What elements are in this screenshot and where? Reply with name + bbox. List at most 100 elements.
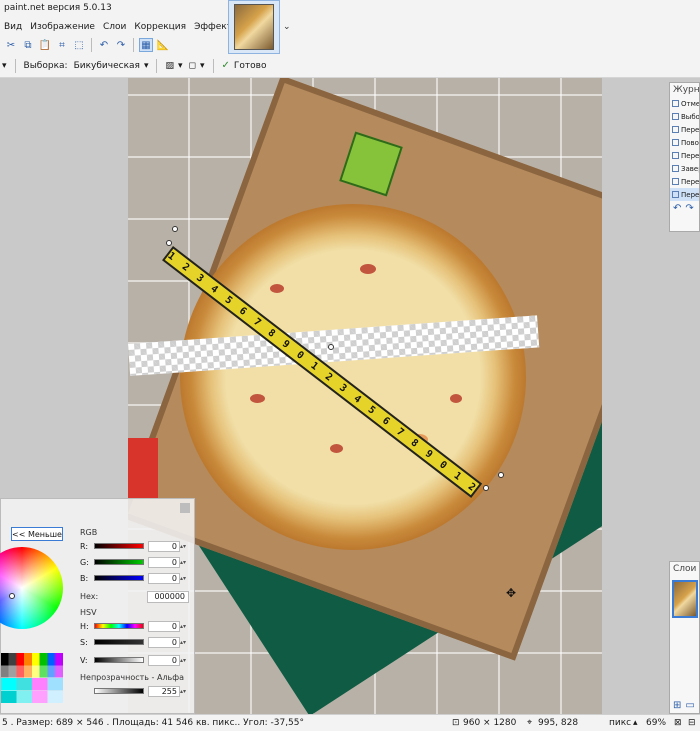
value-row: V: 0 ▴▾ — [80, 654, 190, 666]
sampling-value: Бикубическая — [73, 60, 140, 71]
redo-icon[interactable]: ↷ — [114, 38, 128, 52]
value-input[interactable]: 0 — [148, 654, 180, 666]
saturation-slider[interactable] — [94, 639, 144, 645]
selection-handle[interactable] — [328, 344, 334, 350]
done-button[interactable]: ✓ Готово — [222, 60, 267, 71]
chevron-down-icon: ▾ — [200, 60, 205, 71]
green-input[interactable]: 0 — [148, 556, 180, 568]
cut-icon[interactable]: ✂ — [4, 38, 18, 52]
colors-panel: << Меньше RGB R: 0 ▴▾ G: 0 ▴▾ B: 0 ▴▾ He… — [0, 498, 195, 714]
zoom-fit-icon[interactable]: ⊠ — [674, 718, 682, 728]
opacity-input[interactable]: 255 — [148, 685, 180, 697]
saturation-input[interactable]: 0 — [148, 636, 180, 648]
menu-image[interactable]: Изображение — [26, 22, 99, 32]
less-button[interactable]: << Меньше — [11, 527, 63, 541]
zoom-actual-icon[interactable]: ⊟ — [688, 718, 696, 728]
cursor-icon: ⌖ — [527, 718, 533, 728]
color-wheel[interactable] — [0, 547, 63, 643]
s-label: S: — [80, 637, 88, 647]
zoom-level[interactable]: 69% — [646, 718, 666, 728]
selection-handle[interactable] — [498, 472, 504, 478]
menu-view[interactable]: Вид — [0, 22, 26, 32]
history-item-label: Отменить — [681, 99, 699, 108]
tool-dropdown-icon[interactable]: ▾ — [2, 61, 7, 71]
selection-handle[interactable] — [483, 485, 489, 491]
history-item-label: Перемещение — [681, 190, 699, 199]
spinner-icon[interactable]: ▴▾ — [180, 575, 186, 582]
green-slider[interactable] — [94, 559, 144, 565]
copy-icon[interactable]: ⧉ — [21, 38, 35, 52]
history-item[interactable]: Перемещение — [670, 175, 699, 188]
history-item[interactable]: Перемещение — [670, 149, 699, 162]
tab-dropdown-icon[interactable]: ⌄ — [283, 22, 291, 32]
hue-input[interactable]: 0 — [148, 620, 180, 632]
green-row: G: 0 ▴▾ — [80, 556, 190, 568]
history-title: Журнал — [673, 85, 699, 95]
blue-row: B: 0 ▴▾ — [80, 572, 190, 584]
value-slider[interactable] — [94, 657, 144, 663]
app-title: paint.net версия 5.0.13 — [4, 3, 112, 13]
history-item[interactable]: Поворот — [670, 136, 699, 149]
paste-icon[interactable]: 📋 — [38, 38, 52, 52]
topping — [330, 444, 343, 453]
close-icon[interactable] — [180, 503, 190, 513]
add-layer-icon[interactable]: ⊞ — [673, 700, 681, 711]
top-fill — [280, 0, 700, 54]
undo-icon[interactable]: ↶ — [673, 203, 681, 214]
units-select[interactable]: пикс — [609, 718, 631, 728]
blue-input[interactable]: 0 — [148, 572, 180, 584]
r-label: R: — [80, 541, 89, 551]
opacity-slider[interactable] — [94, 688, 144, 694]
red-slider[interactable] — [94, 543, 144, 549]
deselect-icon[interactable]: ⬚ — [72, 38, 86, 52]
history-item[interactable]: Выбор — [670, 110, 699, 123]
toolbar-separator — [91, 38, 92, 52]
sampling-select[interactable]: Бикубическая ▾ — [74, 61, 149, 71]
spinner-icon[interactable]: ▴▾ — [180, 623, 186, 630]
history-item-label: Завершение — [681, 164, 699, 173]
red-input[interactable]: 0 — [148, 540, 180, 552]
spinner-icon[interactable]: ▴▾ — [180, 543, 186, 550]
undo-icon[interactable]: ↶ — [97, 38, 111, 52]
redo-icon[interactable]: ↷ — [685, 203, 693, 214]
history-icon — [672, 100, 679, 107]
grid-icon[interactable]: ▦ — [139, 38, 153, 52]
blend-mode-select[interactable]: ◻ ▾ — [189, 61, 205, 71]
color-palette[interactable] — [1, 653, 63, 703]
layers-controls: ⊞ ▭ — [673, 700, 695, 711]
chevron-up-icon[interactable]: ▴ — [633, 718, 638, 728]
history-item[interactable]: Завершение — [670, 162, 699, 175]
menu-adjustments[interactable]: Коррекция — [130, 22, 190, 32]
blend-mode-icon: ◻ — [188, 60, 196, 71]
layer-properties-icon[interactable]: ▭ — [685, 700, 694, 711]
spinner-icon[interactable]: ▴▾ — [180, 559, 186, 566]
image-canvas[interactable]: 1 2 3 4 5 6 7 8 9 0 1 2 3 4 5 6 7 8 9 0 … — [128, 78, 602, 714]
selection-handle[interactable] — [166, 240, 172, 246]
topping — [270, 284, 284, 293]
checkmark-icon: ✓ — [221, 60, 230, 71]
history-item[interactable]: Перемещение — [670, 123, 699, 136]
image-tab[interactable] — [228, 0, 280, 54]
history-icon — [672, 165, 679, 172]
spinner-icon[interactable]: ▴▾ — [180, 688, 186, 695]
spinner-icon[interactable]: ▴▾ — [180, 639, 186, 646]
ruler-icon[interactable]: 📐 — [156, 38, 170, 52]
hue-slider[interactable] — [94, 623, 144, 629]
spinner-icon[interactable]: ▴▾ — [180, 657, 186, 664]
menu-layers[interactable]: Слои — [99, 22, 130, 32]
crop-icon[interactable]: ⌗ — [55, 38, 69, 52]
history-item[interactable]: Отменить — [670, 97, 699, 110]
antialias-select[interactable]: ▨ ▾ — [165, 61, 182, 71]
history-item-selected[interactable]: Перемещение — [670, 188, 699, 201]
selection-info: 5 . Размер: 689 × 546 . Площадь: 41 546 … — [2, 718, 305, 728]
hex-label: Hex: — [80, 592, 99, 601]
history-item-label: Поворот — [681, 138, 699, 147]
history-item-label: Перемещение — [681, 151, 699, 160]
blue-slider[interactable] — [94, 575, 144, 581]
menu-bar: Вид Изображение Слои Коррекция Эффекты — [0, 18, 239, 36]
hex-input[interactable]: 000000 — [147, 591, 189, 603]
color-wheel-marker[interactable] — [9, 593, 15, 599]
layer-thumbnail[interactable] — [672, 580, 698, 618]
sampling-label: Выборка: — [23, 60, 68, 71]
selection-handle[interactable] — [172, 226, 178, 232]
